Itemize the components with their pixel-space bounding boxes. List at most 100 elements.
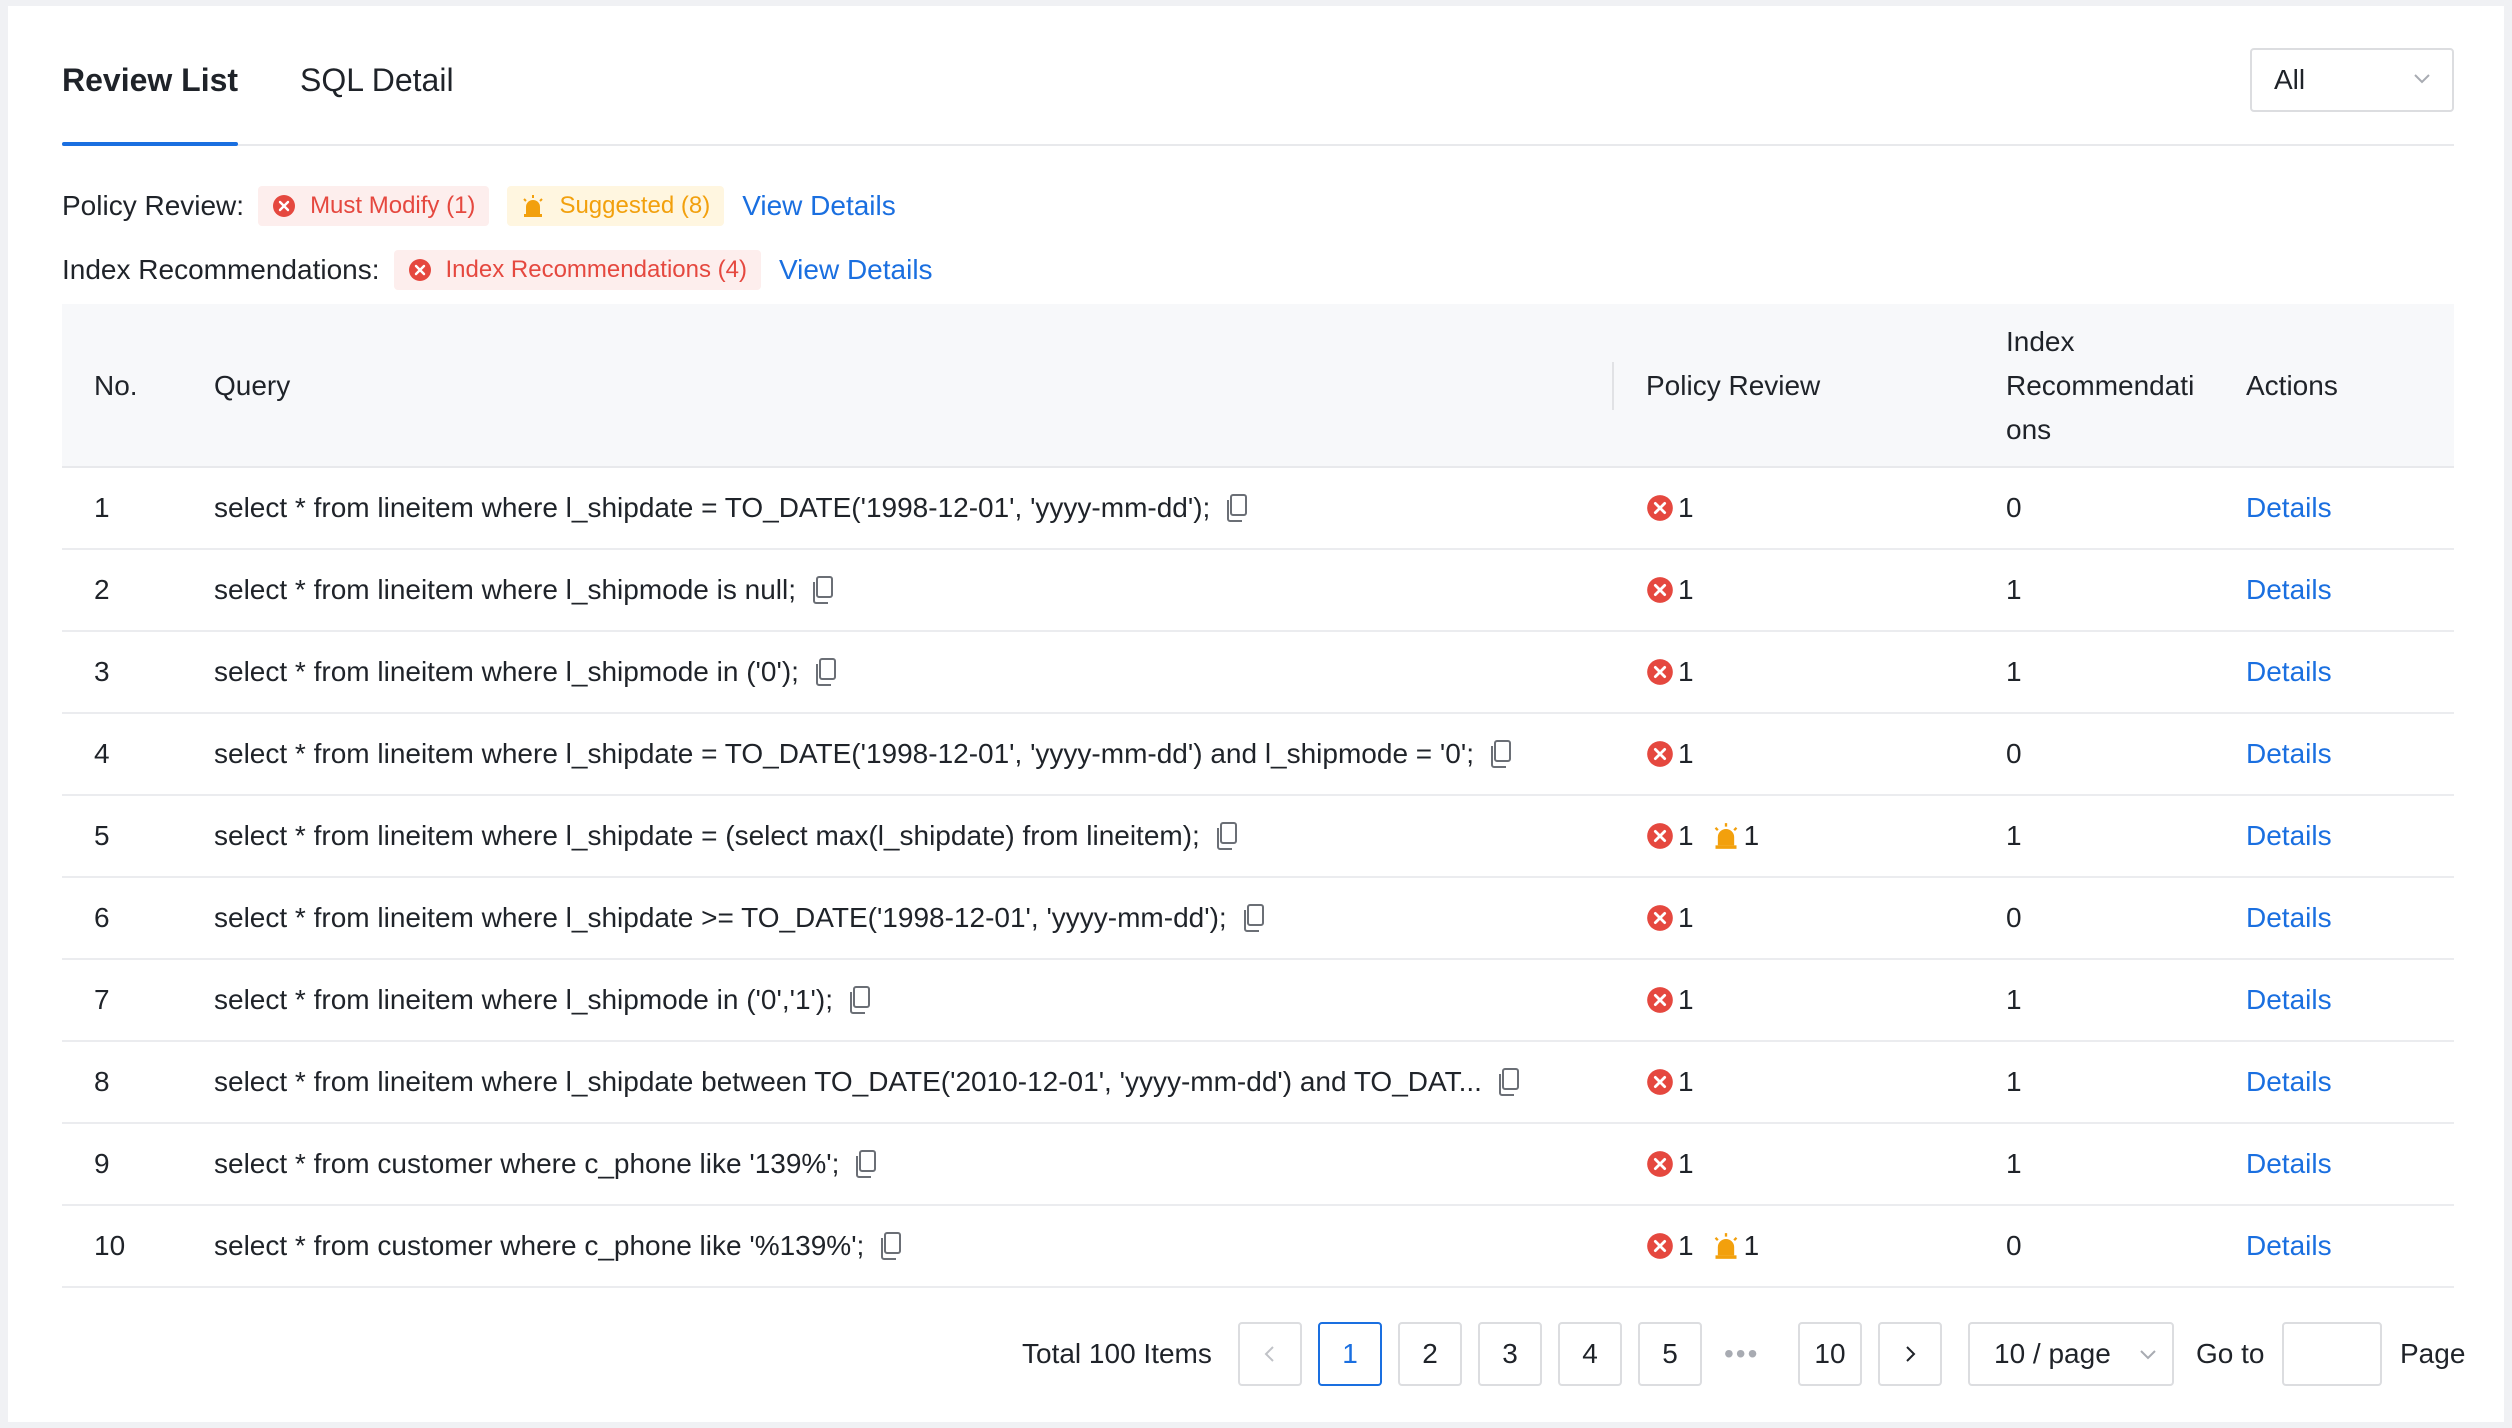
page-label: Page [2400, 1338, 2466, 1369]
index-recommendation-count: 1 [2006, 820, 2022, 851]
error-icon [1647, 905, 1673, 931]
row-number: 10 [94, 1230, 126, 1261]
goto-page-input[interactable] [2282, 1322, 2382, 1386]
total-items: Total 100 Items [1022, 1338, 1212, 1369]
copy-icon[interactable] [812, 576, 834, 604]
review-panel: Review List SQL Detail All Policy Review… [8, 6, 2504, 1422]
details-link[interactable]: Details [2246, 878, 2332, 958]
details-link[interactable]: Details [2246, 714, 2332, 794]
page-size-value: 10 / page [1994, 1338, 2111, 1369]
policy-view-details-link[interactable]: View Details [742, 190, 896, 222]
details-link[interactable]: Details [2246, 960, 2332, 1040]
table-row: 4 select * from lineitem where l_shipdate… [62, 714, 2454, 796]
error-count: 1 [1678, 574, 1694, 605]
table-row: 7 select * from lineitem where l_shipmode… [62, 960, 2454, 1042]
policy-review-label: Policy Review [62, 190, 237, 221]
query-text: select * from lineitem where l_shipdate … [214, 1066, 1482, 1097]
prev-page-button[interactable] [1238, 1322, 1302, 1386]
suggested-tag[interactable]: Suggested (8) [507, 186, 725, 226]
policy-review-summary: Policy Review: Must Modify (1) Suggested… [62, 186, 896, 226]
page-button-10[interactable]: 10 [1798, 1322, 1862, 1386]
next-page-button[interactable] [1878, 1322, 1942, 1386]
filter-select[interactable]: All [2250, 48, 2454, 112]
copy-icon[interactable] [815, 658, 837, 686]
query-text: select * from lineitem where l_shipmode … [214, 574, 797, 605]
error-count-badge: 1 [1646, 574, 1694, 606]
query-cell: select * from lineitem where l_shipdate … [214, 468, 1654, 548]
page-button-4[interactable]: 4 [1558, 1322, 1622, 1386]
query-text: select * from lineitem where l_shipmode … [214, 656, 799, 687]
page-button-3[interactable]: 3 [1478, 1322, 1542, 1386]
details-link[interactable]: Details [2246, 796, 2332, 876]
column-divider[interactable] [1612, 362, 1614, 410]
filter-select-value: All [2274, 64, 2306, 95]
error-count-badge: 1 [1646, 984, 1694, 1016]
error-icon [1647, 1151, 1673, 1177]
error-count: 1 [1678, 820, 1694, 851]
error-count: 1 [1678, 902, 1694, 933]
header-index-recommendations: Index Recommendati ons [2006, 326, 2195, 445]
details-link[interactable]: Details [2246, 1124, 2332, 1204]
query-cell: select * from customer where c_phone lik… [214, 1124, 1654, 1204]
details-link[interactable]: Details [2246, 1042, 2332, 1122]
details-link[interactable]: Details [2246, 550, 2332, 630]
tab-review-list[interactable]: Review List [62, 62, 238, 99]
details-link[interactable]: Details [2246, 1206, 2332, 1286]
error-icon [1647, 741, 1673, 767]
policy-review-cell: 1 [1646, 550, 1712, 630]
page-size-select[interactable]: 10 / page [1968, 1322, 2174, 1386]
chevron-down-icon [2140, 1350, 2156, 1360]
tab-sql-detail[interactable]: SQL Detail [300, 62, 454, 99]
table-row: 2 select * from lineitem where l_shipmode… [62, 550, 2454, 632]
warning-count-badge: 1 [1712, 1230, 1759, 1262]
index-recommendations-tag[interactable]: Index Recommendations (4) [393, 250, 761, 290]
index-recommendations-summary: Index Recommendations: Index Recommendat… [62, 250, 933, 290]
must-modify-label: Must Modify (1) [310, 192, 476, 219]
error-icon [273, 195, 296, 217]
table-row: 5 select * from lineitem where l_shipdate… [62, 796, 2454, 878]
index-recommendations-colon: : [371, 254, 380, 285]
page-button-5[interactable]: 5 [1638, 1322, 1702, 1386]
goto-label: Go to [2196, 1338, 2265, 1369]
index-recommendation-count: 1 [2006, 574, 2022, 605]
more-pages-ellipsis[interactable]: ••• [1724, 1322, 1759, 1386]
copy-icon[interactable] [880, 1232, 902, 1260]
error-count-badge: 1 [1646, 492, 1694, 524]
copy-icon[interactable] [1226, 494, 1248, 522]
error-icon [408, 259, 431, 281]
copy-icon[interactable] [1216, 822, 1238, 850]
query-cell: select * from lineitem where l_shipmode … [214, 632, 1654, 712]
index-recommendation-count: 0 [2006, 738, 2022, 769]
alarm-icon [523, 195, 544, 217]
copy-icon[interactable] [1490, 740, 1512, 768]
must-modify-tag[interactable]: Must Modify (1) [258, 186, 490, 226]
error-icon [1647, 1233, 1673, 1259]
row-number: 5 [94, 820, 110, 851]
policy-review-cell: 11 [1646, 1206, 1777, 1286]
query-text: select * from lineitem where l_shipmode … [214, 984, 833, 1015]
alarm-icon [1714, 823, 1737, 849]
table-row: 1 select * from lineitem where l_shipdate… [62, 468, 2454, 550]
error-count-badge: 1 [1646, 738, 1694, 770]
index-recommendation-count: 1 [2006, 984, 2022, 1015]
copy-icon[interactable] [1498, 1068, 1520, 1096]
query-text: select * from lineitem where l_shipdate … [214, 902, 1227, 933]
details-link[interactable]: Details [2246, 468, 2332, 548]
error-count-badge: 1 [1646, 820, 1694, 852]
error-count: 1 [1678, 984, 1694, 1015]
page-button-1[interactable]: 1 [1318, 1322, 1382, 1386]
details-link[interactable]: Details [2246, 632, 2332, 712]
table-row: 6 select * from lineitem where l_shipdate… [62, 878, 2454, 960]
error-count-badge: 1 [1646, 1230, 1694, 1262]
active-tab-indicator [62, 142, 238, 146]
copy-icon[interactable] [855, 1150, 877, 1178]
copy-icon[interactable] [1243, 904, 1265, 932]
index-view-details-link[interactable]: View Details [779, 254, 933, 286]
copy-icon[interactable] [849, 986, 871, 1014]
policy-review-cell: 1 [1646, 1042, 1712, 1122]
page-button-2[interactable]: 2 [1398, 1322, 1462, 1386]
query-text: select * from customer where c_phone lik… [214, 1230, 865, 1261]
index-recommendation-count: 1 [2006, 656, 2022, 687]
index-recommendation-count: 1 [2006, 1066, 2022, 1097]
query-cell: select * from customer where c_phone lik… [214, 1206, 1654, 1286]
